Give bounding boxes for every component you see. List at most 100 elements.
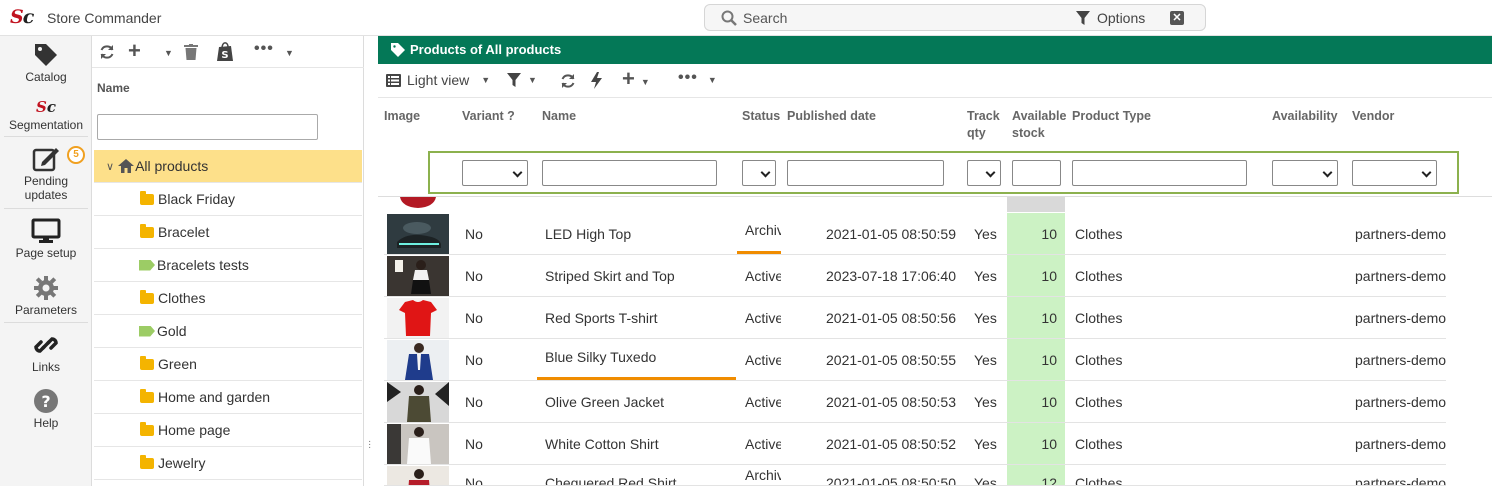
nav-divider	[4, 208, 88, 209]
column-header-stock-line1: Available	[1012, 109, 1067, 123]
cell-product-type: Clothes	[1075, 436, 1123, 452]
add-product-button[interactable]: + ▼	[622, 66, 650, 92]
column-header-stock-line2: stock	[1012, 126, 1045, 140]
name-filter-input[interactable]	[542, 160, 717, 186]
variant-filter-select[interactable]	[462, 160, 528, 186]
clear-search-button[interactable]: ✕	[1170, 11, 1184, 25]
table-row[interactable]: No Red Sports T-shirt Active 2021-01-05 …	[384, 297, 1446, 339]
cell-variant: No	[465, 268, 483, 284]
svg-text:?: ?	[41, 392, 50, 411]
table-row[interactable]: No Olive Green Jacket Active 2021-01-05 …	[384, 381, 1446, 423]
add-category-icon[interactable]: +	[128, 38, 141, 64]
more-actions-button[interactable]: ••• ▼	[678, 69, 717, 87]
tree-item-label: Black Friday	[158, 191, 236, 207]
published-date-filter-input[interactable]	[787, 160, 944, 186]
product-type-filter-input[interactable]	[1072, 160, 1247, 186]
folder-icon	[140, 421, 154, 436]
product-thumbnail	[387, 466, 449, 485]
tree-item-home-and-garden[interactable]: Home and garden	[94, 381, 362, 414]
product-thumbnail	[387, 214, 449, 254]
track-qty-filter-select[interactable]	[967, 160, 1001, 186]
chevron-down-icon[interactable]: ∨	[106, 160, 114, 173]
trash-icon[interactable]	[184, 44, 198, 60]
tree-item-all-products[interactable]: ∨ All products	[94, 150, 362, 183]
cell-status: Active	[745, 394, 781, 410]
nav-catalog[interactable]: Catalog	[0, 42, 92, 84]
availability-filter-select[interactable]	[1272, 160, 1338, 186]
cell-status: Active	[745, 352, 781, 368]
nav-parameters[interactable]: Parameters	[0, 275, 92, 317]
cell-variant: No	[465, 352, 483, 368]
cell-vendor: partners-demo	[1355, 436, 1446, 452]
tag-icon	[35, 44, 57, 66]
chevron-down-icon	[985, 167, 996, 178]
nav-page-setup[interactable]: Page setup	[0, 218, 92, 260]
cell-stock: 10	[1041, 352, 1057, 368]
column-header-product-type[interactable]: Product Type	[1072, 108, 1151, 125]
column-header-image[interactable]: Image	[384, 108, 420, 125]
column-header-track-qty[interactable]: Track qty	[967, 108, 1000, 142]
cell-stock: 10	[1041, 436, 1057, 452]
cell-published-date: 2021-01-05 08:50:50	[826, 475, 956, 486]
search-input[interactable]	[743, 8, 1063, 28]
cell-status: Active	[745, 268, 781, 284]
column-header-published-date[interactable]: Published date	[787, 108, 876, 125]
nav-parameters-label: Parameters	[14, 303, 78, 317]
stock-filter-input[interactable]	[1012, 160, 1061, 186]
table-row[interactable]: No White Cotton Shirt Active 2021-01-05 …	[384, 423, 1446, 465]
cell-status: Archiv	[745, 213, 781, 255]
tree-item-label: Gold	[157, 323, 187, 339]
table-row[interactable]: No Striped Skirt and Top Active 2023-07-…	[384, 255, 1446, 297]
shopify-icon[interactable]: S	[216, 42, 234, 62]
stock-cell-partial	[1007, 197, 1065, 212]
column-header-name[interactable]: Name	[542, 108, 576, 125]
nav-links[interactable]: Links	[0, 332, 92, 374]
cell-published-date: 2021-01-05 08:50:56	[826, 310, 956, 326]
cell-vendor: partners-demo	[1355, 226, 1446, 242]
cell-variant: No	[465, 310, 483, 326]
panel-splitter[interactable]: · · ·	[364, 36, 378, 486]
table-row[interactable]: No LED High Top Archiv 2021-01-05 08:50:…	[384, 213, 1446, 255]
cell-track-qty: Yes	[974, 475, 997, 486]
column-header-variant[interactable]: Variant ?	[462, 108, 515, 125]
top-bar: Sc Store Commander Options ✕	[0, 0, 1492, 36]
tree-item-black-friday[interactable]: Black Friday	[94, 183, 362, 216]
folder-icon	[140, 223, 154, 238]
cell-vendor: partners-demo	[1355, 268, 1446, 284]
filter-button[interactable]: ▼	[506, 72, 537, 88]
nav-help[interactable]: ? Help	[0, 388, 92, 430]
tree-item-jewelry[interactable]: Jewelry	[94, 447, 362, 480]
tree-item-label: Bracelets tests	[157, 257, 249, 273]
tree-item-gold[interactable]: Gold	[94, 315, 362, 348]
nav-page-setup-label: Page setup	[15, 246, 77, 260]
chevron-down-icon[interactable]: ▼	[285, 48, 294, 58]
options-button[interactable]: Options	[1075, 8, 1145, 28]
nav-segmentation[interactable]: Sc Segmentation	[0, 98, 92, 132]
lightning-icon[interactable]	[591, 72, 602, 89]
column-header-vendor[interactable]: Vendor	[1352, 108, 1394, 125]
column-header-availability[interactable]: Availability	[1272, 108, 1338, 125]
tree-item-label: All products	[135, 158, 209, 174]
column-header-available-stock[interactable]: Available stock	[1012, 108, 1066, 142]
edit-icon	[32, 148, 59, 172]
chevron-down-icon[interactable]: ▼	[164, 48, 173, 58]
tree-item-green[interactable]: Green	[94, 348, 362, 381]
tree-item-bracelets-tests[interactable]: Bracelets tests	[94, 249, 362, 282]
category-filter-input[interactable]	[97, 114, 318, 140]
status-filter-select[interactable]	[742, 160, 776, 186]
product-thumbnail	[387, 340, 449, 380]
more-icon[interactable]: •••	[254, 40, 274, 58]
column-header-status[interactable]: Status	[742, 108, 780, 125]
cell-stock: 10	[1041, 394, 1057, 410]
refresh-icon[interactable]	[560, 73, 576, 89]
cell-status-text: Archiv	[745, 222, 781, 238]
tree-item-home-page[interactable]: Home page	[94, 414, 362, 447]
tree-item-bracelet[interactable]: Bracelet	[94, 216, 362, 249]
refresh-icon[interactable]	[99, 44, 115, 60]
vendor-filter-select[interactable]	[1352, 160, 1437, 186]
table-row[interactable]: No Blue Silky Tuxedo Active 2021-01-05 0…	[384, 339, 1446, 381]
tree-item-clothes[interactable]: Clothes	[94, 282, 362, 315]
view-selector[interactable]: Light view ▼	[386, 72, 490, 88]
grid-top-border	[378, 196, 1492, 197]
table-row[interactable]: No Chequered Red Shirt Archiv 2021-01-05…	[384, 465, 1446, 486]
